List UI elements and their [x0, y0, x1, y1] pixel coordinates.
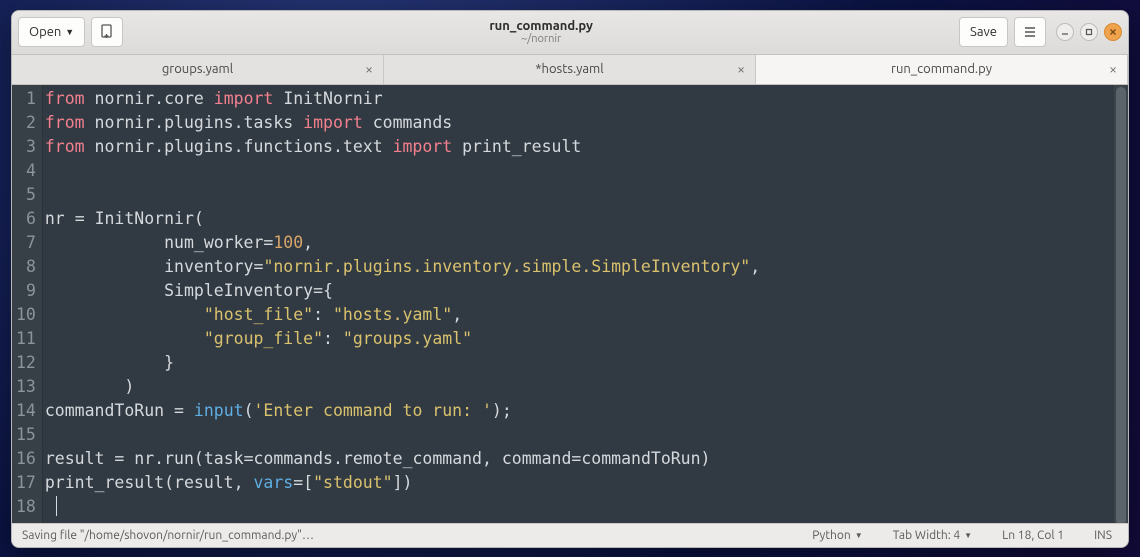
tab-run-command-py[interactable]: run_command.py ×: [756, 55, 1128, 84]
line-number: 18: [16, 495, 36, 519]
code-line[interactable]: result = nr.run(task=commands.remote_com…: [45, 447, 760, 471]
maximize-button[interactable]: [1080, 23, 1098, 41]
language-selector[interactable]: Python ▼: [806, 529, 868, 542]
window-title-area: run_command.py ~/nornir: [129, 19, 953, 45]
save-button-label: Save: [970, 25, 997, 39]
minimize-button[interactable]: [1056, 23, 1074, 41]
tab-close-icon[interactable]: ×: [365, 61, 373, 77]
maximize-icon: [1085, 28, 1093, 36]
cursor-position-label: Ln 18, Col 1: [1002, 529, 1064, 542]
line-number: 2: [16, 111, 36, 135]
code-line[interactable]: print_result(result, vars=["stdout"]): [45, 471, 760, 495]
text-cursor: [56, 496, 57, 516]
line-number: 12: [16, 351, 36, 375]
line-number: 10: [16, 303, 36, 327]
tab-close-icon[interactable]: ×: [1109, 61, 1117, 77]
line-number: 11: [16, 327, 36, 351]
code-line[interactable]: commandToRun = input('Enter command to r…: [45, 399, 760, 423]
hamburger-menu-button[interactable]: [1014, 17, 1046, 47]
document-tabs: groups.yaml × *hosts.yaml × run_command.…: [12, 55, 1128, 85]
new-document-button[interactable]: [91, 17, 123, 47]
tab-groups-yaml[interactable]: groups.yaml ×: [12, 55, 384, 84]
save-button[interactable]: Save: [959, 17, 1008, 47]
statusbar: Saving file "/home/shovon/nornir/run_com…: [12, 523, 1128, 547]
line-number: 7: [16, 231, 36, 255]
chevron-down-icon: ▼: [855, 531, 863, 540]
code-line[interactable]: SimpleInventory={: [45, 279, 760, 303]
line-number: 4: [16, 159, 36, 183]
status-message: Saving file "/home/shovon/nornir/run_com…: [22, 529, 314, 542]
vertical-scrollbar[interactable]: [1114, 85, 1128, 523]
window-controls: [1056, 23, 1122, 41]
tab-label: groups.yaml: [162, 62, 233, 76]
code-line[interactable]: from nornir.plugins.tasks import command…: [45, 111, 760, 135]
open-button-label: Open: [29, 25, 61, 39]
chevron-down-icon: ▼: [964, 531, 972, 540]
minimize-icon: [1061, 28, 1069, 36]
line-number-gutter: 123456789101112131415161718: [12, 85, 43, 523]
scrollbar-thumb[interactable]: [1116, 87, 1126, 523]
close-button[interactable]: [1104, 23, 1122, 41]
code-line[interactable]: num_worker=100,: [45, 231, 760, 255]
code-line[interactable]: from nornir.core import InitNornir: [45, 87, 760, 111]
open-button[interactable]: Open ▼: [18, 17, 85, 47]
insert-mode-label: INS: [1094, 529, 1112, 542]
window-subtitle: ~/nornir: [521, 33, 561, 45]
tab-label: run_command.py: [891, 62, 992, 76]
new-document-icon: [99, 24, 115, 40]
tab-width-label: Tab Width: 4: [893, 529, 960, 542]
line-number: 3: [16, 135, 36, 159]
line-number: 17: [16, 471, 36, 495]
line-number: 16: [16, 447, 36, 471]
code-line[interactable]: "group_file": "groups.yaml": [45, 327, 760, 351]
cursor-position[interactable]: Ln 18, Col 1: [996, 529, 1070, 542]
code-line[interactable]: nr = InitNornir(: [45, 207, 760, 231]
insert-mode[interactable]: INS: [1088, 529, 1118, 542]
close-icon: [1109, 28, 1117, 36]
window-title: run_command.py: [489, 19, 593, 33]
line-number: 9: [16, 279, 36, 303]
line-number: 14: [16, 399, 36, 423]
code-editor[interactable]: 123456789101112131415161718 from nornir.…: [12, 85, 1128, 523]
code-line[interactable]: [45, 495, 760, 519]
tab-width-selector[interactable]: Tab Width: 4 ▼: [887, 529, 978, 542]
titlebar: Open ▼ run_command.py ~/nornir Save: [12, 11, 1128, 55]
hamburger-icon: [1022, 24, 1038, 40]
editor-window: Open ▼ run_command.py ~/nornir Save: [11, 10, 1129, 548]
line-number: 15: [16, 423, 36, 447]
line-number: 1: [16, 87, 36, 111]
code-line[interactable]: [45, 183, 760, 207]
line-number: 8: [16, 255, 36, 279]
language-label: Python: [812, 529, 851, 542]
code-line[interactable]: ): [45, 375, 760, 399]
tab-label: *hosts.yaml: [535, 62, 603, 76]
code-line[interactable]: }: [45, 351, 760, 375]
code-line[interactable]: [45, 423, 760, 447]
line-number: 13: [16, 375, 36, 399]
line-number: 5: [16, 183, 36, 207]
code-line[interactable]: "host_file": "hosts.yaml",: [45, 303, 760, 327]
chevron-down-icon: ▼: [65, 27, 74, 37]
line-number: 6: [16, 207, 36, 231]
code-line[interactable]: from nornir.plugins.functions.text impor…: [45, 135, 760, 159]
tab-hosts-yaml[interactable]: *hosts.yaml ×: [384, 55, 756, 84]
code-line[interactable]: [45, 159, 760, 183]
code-area[interactable]: from nornir.core import InitNornirfrom n…: [43, 85, 760, 523]
code-line[interactable]: inventory="nornir.plugins.inventory.simp…: [45, 255, 760, 279]
tab-close-icon[interactable]: ×: [737, 61, 745, 77]
